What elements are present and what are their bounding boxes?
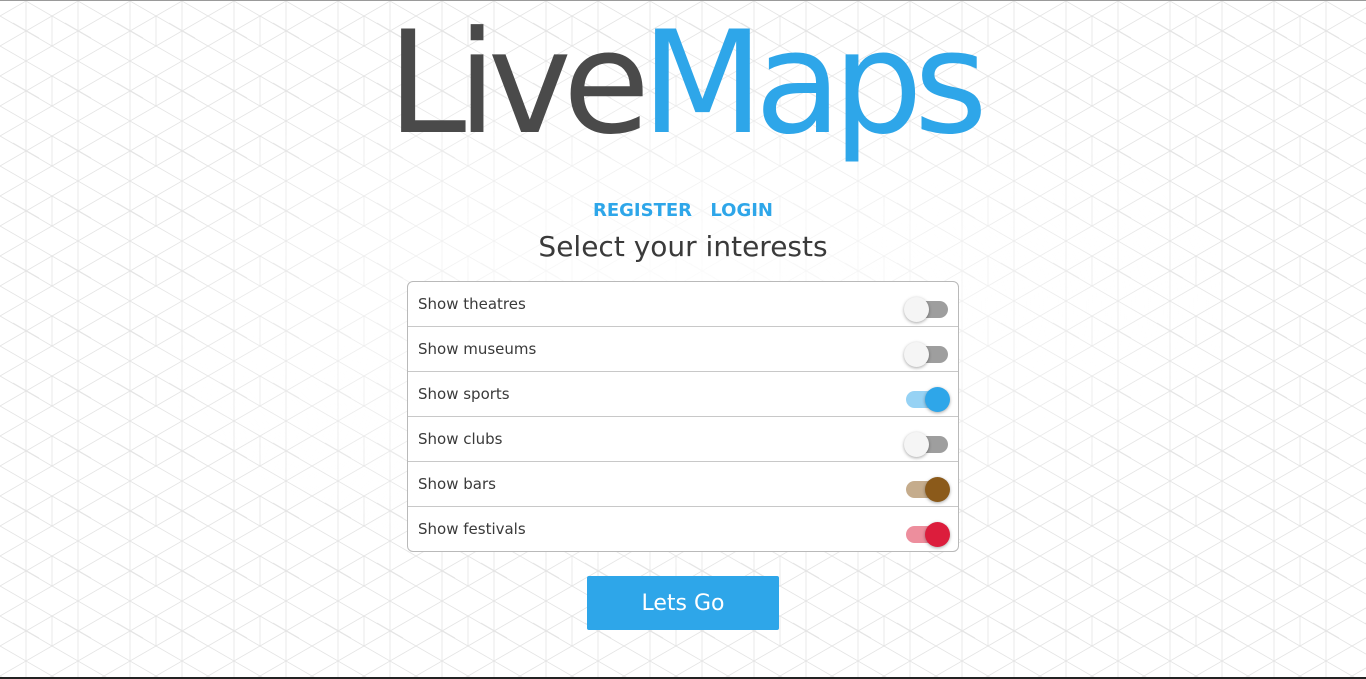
- page-title: Select your interests: [538, 230, 828, 263]
- toggle-knob: [904, 342, 929, 367]
- interest-row-festivals: Show festivals: [408, 507, 958, 551]
- interest-row-clubs: Show clubs: [408, 417, 958, 462]
- interest-label: Show bars: [418, 475, 496, 493]
- logo-live: Live: [387, 1, 650, 166]
- interest-label: Show clubs: [418, 430, 503, 448]
- toggle-bars[interactable]: [904, 477, 950, 503]
- toggle-festivals[interactable]: [904, 522, 950, 548]
- interest-label: Show sports: [418, 385, 510, 403]
- interest-row-bars: Show bars: [408, 462, 958, 507]
- interests-list: Show theatres Show museums Show sports S…: [407, 281, 959, 552]
- auth-links: REGISTER LOGIN: [0, 200, 1366, 221]
- toggle-clubs[interactable]: [904, 432, 950, 458]
- interest-label: Show festivals: [418, 520, 526, 538]
- interest-row-sports: Show sports: [408, 372, 958, 417]
- toggle-knob: [925, 522, 950, 547]
- toggle-knob: [904, 432, 929, 457]
- login-link[interactable]: LOGIN: [710, 200, 773, 221]
- interest-row-museums: Show museums: [408, 327, 958, 372]
- toggle-sports[interactable]: [904, 387, 950, 413]
- livemaps-logo: LiveMaps: [0, 13, 1366, 155]
- toggle-knob: [925, 387, 950, 412]
- toggle-theatres[interactable]: [904, 297, 950, 323]
- register-link[interactable]: REGISTER: [593, 200, 692, 221]
- page: LiveMaps REGISTER LOGIN Select your inte…: [0, 0, 1366, 679]
- toggle-knob: [925, 477, 950, 502]
- interest-label: Show theatres: [418, 295, 526, 313]
- logo-maps: Maps: [641, 1, 988, 166]
- interest-label: Show museums: [418, 340, 537, 358]
- interest-row-theatres: Show theatres: [408, 282, 958, 327]
- toggle-museums[interactable]: [904, 342, 950, 368]
- toggle-knob: [904, 297, 929, 322]
- lets-go-button[interactable]: Lets Go: [587, 576, 779, 630]
